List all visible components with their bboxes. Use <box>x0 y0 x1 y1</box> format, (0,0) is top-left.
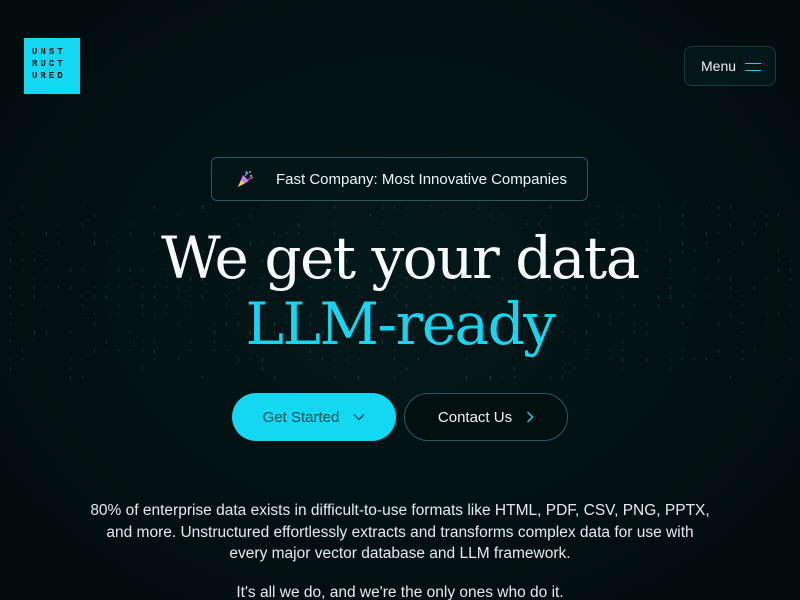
logo-line-3: URED <box>32 71 66 81</box>
hero-page: UNST RUCT URED Menu Fast Company: Most I… <box>0 0 800 600</box>
logo-line-2: RUCT <box>32 59 66 69</box>
contact-us-button[interactable]: Contact Us <box>404 393 568 441</box>
contact-us-label: Contact Us <box>437 408 513 426</box>
unstructured-logo[interactable]: UNST RUCT URED <box>24 38 80 94</box>
logo-line-1: UNST <box>32 47 66 57</box>
chevron-down-icon <box>353 414 365 421</box>
announcement-text: Fast Company: Most Innovative Companies <box>276 171 567 188</box>
hero-description: 80% of enterprise data exists in difficu… <box>90 502 710 562</box>
chevron-right-icon <box>527 411 534 423</box>
headline-line-1: We get your data <box>161 224 640 292</box>
headline-line-2: LLM-ready <box>245 290 556 358</box>
menu-button[interactable]: Menu <box>684 46 776 86</box>
hamburger-icon <box>745 60 761 72</box>
party-popper-icon <box>238 170 254 187</box>
hero-headline: We get your data LLM-ready <box>0 225 800 357</box>
get-started-label: Get Started <box>262 408 340 426</box>
announcement-badge[interactable]: Fast Company: Most Innovative Companies <box>211 157 588 201</box>
menu-label: Menu <box>701 58 737 74</box>
hero-tagline: It's all we do, and we're the only ones … <box>236 584 564 600</box>
get-started-button[interactable]: Get Started <box>232 393 396 441</box>
